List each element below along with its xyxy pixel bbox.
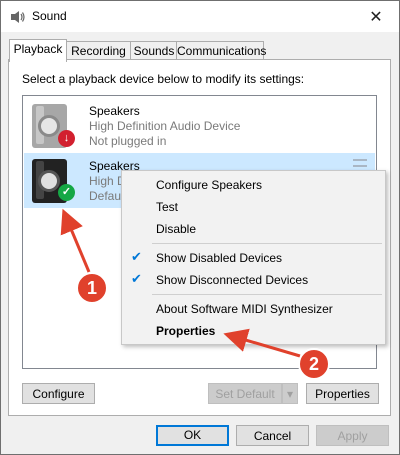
annotation-badge-2: 2 [298,348,330,380]
annotation-arrow-2 [223,328,301,358]
annotation-badge-1: 1 [76,272,108,304]
annotation-arrow-1 [60,208,91,273]
annotation-arrows [60,208,301,358]
